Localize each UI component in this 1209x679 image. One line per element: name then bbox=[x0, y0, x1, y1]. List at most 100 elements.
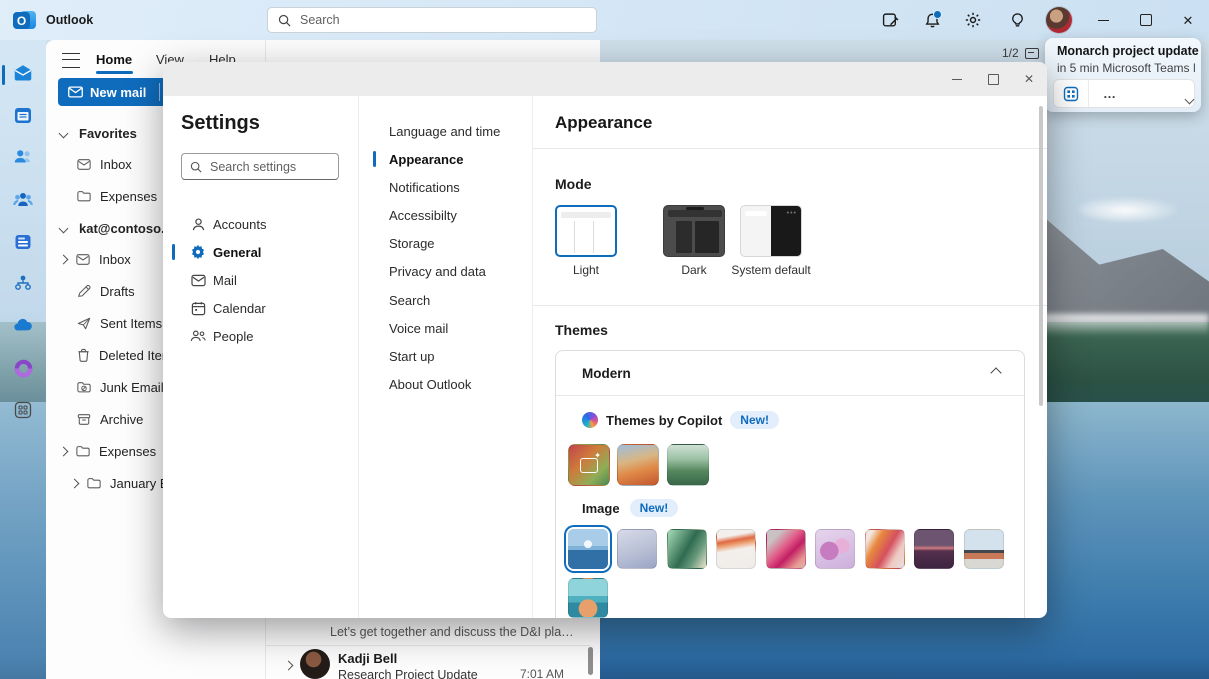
copilot-theme-city[interactable] bbox=[667, 444, 709, 486]
image-theme-pale-landscape[interactable] bbox=[964, 529, 1004, 569]
rail-item-groups[interactable] bbox=[0, 179, 46, 221]
settings-search-box[interactable] bbox=[181, 153, 339, 180]
image-theme-green-leaves[interactable] bbox=[667, 529, 707, 569]
user-avatar[interactable] bbox=[1046, 7, 1072, 33]
image-theme-blue-lake[interactable] bbox=[568, 529, 608, 569]
chevron-right-icon bbox=[59, 446, 69, 456]
email-subject[interactable]: Research Project Update bbox=[338, 668, 478, 679]
meeting-reminder-toast[interactable]: Monarch project update in 5 min Microsof… bbox=[1045, 38, 1201, 112]
email-sender[interactable]: Kadji Bell bbox=[338, 651, 397, 666]
loop-icon bbox=[13, 358, 34, 379]
subnav-accessibility[interactable]: Accessibilty bbox=[359, 201, 534, 229]
rail-item-more-apps[interactable] bbox=[0, 389, 46, 431]
settings-nav-people[interactable]: People bbox=[163, 322, 358, 350]
mail-icon bbox=[68, 86, 83, 98]
calendar-icon bbox=[190, 301, 206, 316]
copilot-theme-generate[interactable] bbox=[568, 444, 610, 486]
rail-item-calendar[interactable] bbox=[0, 94, 46, 136]
subnav-voice-mail[interactable]: Voice mail bbox=[359, 314, 534, 342]
todo-icon bbox=[13, 232, 33, 252]
image-theme-teal-arch[interactable] bbox=[568, 578, 608, 618]
mode-option-dark[interactable] bbox=[663, 205, 725, 257]
content-heading: Appearance bbox=[555, 113, 652, 133]
archive-icon bbox=[77, 413, 91, 426]
notification-badge-dot bbox=[933, 10, 942, 19]
rail-item-onedrive[interactable] bbox=[0, 305, 46, 347]
window-maximize-button[interactable] bbox=[1125, 0, 1167, 40]
toast-more-button[interactable]: … bbox=[1089, 86, 1194, 101]
sender-avatar[interactable] bbox=[300, 649, 330, 679]
rail-item-org-explorer[interactable] bbox=[0, 262, 46, 304]
notes-compose-icon[interactable] bbox=[874, 4, 906, 36]
subnav-search[interactable]: Search bbox=[359, 286, 534, 314]
image-theme-orange-petals[interactable] bbox=[865, 529, 905, 569]
global-search-box[interactable] bbox=[267, 7, 597, 33]
window-minimize-button[interactable] bbox=[1082, 0, 1124, 40]
dialog-maximize-button[interactable] bbox=[975, 62, 1011, 96]
subnav-notifications[interactable]: Notifications bbox=[359, 173, 534, 201]
app-rail bbox=[0, 40, 46, 679]
settings-nav-calendar[interactable]: Calendar bbox=[163, 294, 358, 322]
outlook-logo-icon[interactable]: O bbox=[13, 8, 37, 32]
email-preview-snippet[interactable]: Let’s get together and discuss the D&I p… bbox=[330, 625, 590, 639]
join-meeting-button[interactable] bbox=[1054, 80, 1089, 107]
settings-search-input[interactable] bbox=[208, 159, 330, 175]
theme-card-header[interactable]: Modern bbox=[556, 351, 1024, 395]
list-scrollbar[interactable] bbox=[588, 647, 593, 675]
rail-item-todo[interactable] bbox=[0, 221, 46, 263]
rail-item-mail[interactable] bbox=[0, 52, 46, 94]
search-input[interactable] bbox=[298, 12, 572, 28]
trash-icon bbox=[77, 348, 90, 362]
list-divider bbox=[265, 645, 590, 646]
rail-item-people[interactable] bbox=[0, 136, 46, 178]
settings-nav-pane: Settings Accounts General bbox=[163, 96, 358, 618]
new-mail-label: New mail bbox=[90, 85, 146, 100]
dialog-scrollbar[interactable] bbox=[1039, 106, 1043, 406]
notifications-bell-icon[interactable] bbox=[916, 4, 948, 36]
image-theme-orange-splash[interactable] bbox=[716, 529, 756, 569]
dialog-minimize-button[interactable] bbox=[939, 62, 975, 96]
image-theme-dark-ridge[interactable] bbox=[914, 529, 954, 569]
copilot-label: Themes by Copilot bbox=[606, 413, 722, 428]
hamburger-menu-icon[interactable] bbox=[62, 53, 80, 68]
copilot-theme-sunset[interactable] bbox=[617, 444, 659, 486]
selected-indicator bbox=[172, 244, 175, 260]
subnav-privacy-and-data[interactable]: Privacy and data bbox=[359, 257, 534, 285]
subnav-appearance[interactable]: Appearance bbox=[359, 145, 534, 173]
window-close-button[interactable]: ✕ bbox=[1167, 0, 1209, 40]
email-time: 7:01 AM bbox=[520, 667, 564, 679]
toast-collapse-chevron-icon[interactable] bbox=[1186, 96, 1193, 103]
image-theme-lavender-dunes[interactable] bbox=[617, 529, 657, 569]
mode-option-light[interactable] bbox=[555, 205, 617, 257]
mode-option-system-default[interactable]: ••• bbox=[740, 205, 802, 257]
expand-chevron-icon[interactable] bbox=[285, 656, 292, 674]
subnav-language-and-time[interactable]: Language and time bbox=[359, 117, 534, 145]
settings-gear-icon[interactable] bbox=[957, 4, 989, 36]
image-label: Image bbox=[582, 501, 620, 516]
tips-lightbulb-icon[interactable] bbox=[1001, 4, 1033, 36]
home-tab-underline bbox=[96, 71, 133, 74]
selected-indicator bbox=[373, 151, 376, 167]
calendar-icon bbox=[13, 105, 33, 125]
subnav-about-outlook[interactable]: About Outlook bbox=[359, 370, 534, 398]
people-icon bbox=[190, 329, 206, 343]
search-icon bbox=[278, 14, 291, 27]
dismiss-all-icon bbox=[1025, 48, 1039, 59]
rail-item-loop[interactable] bbox=[0, 347, 46, 389]
mail-icon bbox=[12, 62, 34, 84]
settings-nav-mail[interactable]: Mail bbox=[163, 266, 358, 294]
image-theme-pink-swirl[interactable] bbox=[766, 529, 806, 569]
settings-nav-general[interactable]: General bbox=[163, 238, 358, 266]
image-theme-purple-spheres[interactable] bbox=[815, 529, 855, 569]
subnav-storage[interactable]: Storage bbox=[359, 229, 534, 257]
pagination-count: 1/2 bbox=[1002, 46, 1019, 60]
tab-home[interactable]: Home bbox=[96, 52, 132, 67]
notification-pagination[interactable]: 1/2 bbox=[1002, 46, 1039, 60]
toast-title: Monarch project update bbox=[1057, 44, 1199, 58]
chevron-right-icon bbox=[59, 254, 69, 264]
dialog-close-button[interactable]: ✕ bbox=[1011, 62, 1047, 96]
subnav-start-up[interactable]: Start up bbox=[359, 342, 534, 370]
settings-nav-accounts[interactable]: Accounts bbox=[163, 210, 358, 238]
junk-icon bbox=[77, 381, 91, 394]
toast-subtitle: in 5 min Microsoft Teams Me… bbox=[1057, 61, 1195, 75]
